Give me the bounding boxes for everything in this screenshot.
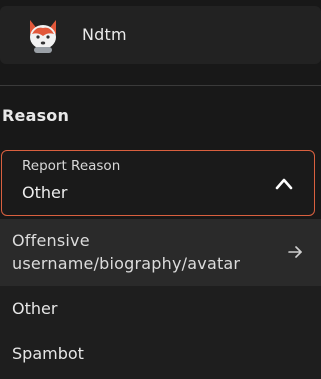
section-title: Reason [2,106,70,125]
option-label: Offensive username/biography/avatar [12,229,240,275]
report-reason-select[interactable]: Report Reason Other [1,150,315,216]
option-label-line1: Offensive [12,231,90,250]
reason-dropdown-menu: Offensive username/biography/avatar Othe… [0,219,321,379]
arrow-right-icon [288,246,302,258]
option-other[interactable]: Other [0,286,321,331]
chevron-up-icon[interactable] [274,175,294,191]
reported-user-card: Ndtm [0,6,321,64]
fox-avatar-icon [30,20,56,53]
option-label-line2: username/biography/avatar [12,254,241,273]
username: Ndtm [82,25,127,44]
option-offensive[interactable]: Offensive username/biography/avatar [0,219,321,286]
select-value: Other [22,183,68,202]
select-label: Report Reason [22,158,121,174]
option-spambot[interactable]: Spambot [0,331,321,376]
divider [0,85,321,86]
